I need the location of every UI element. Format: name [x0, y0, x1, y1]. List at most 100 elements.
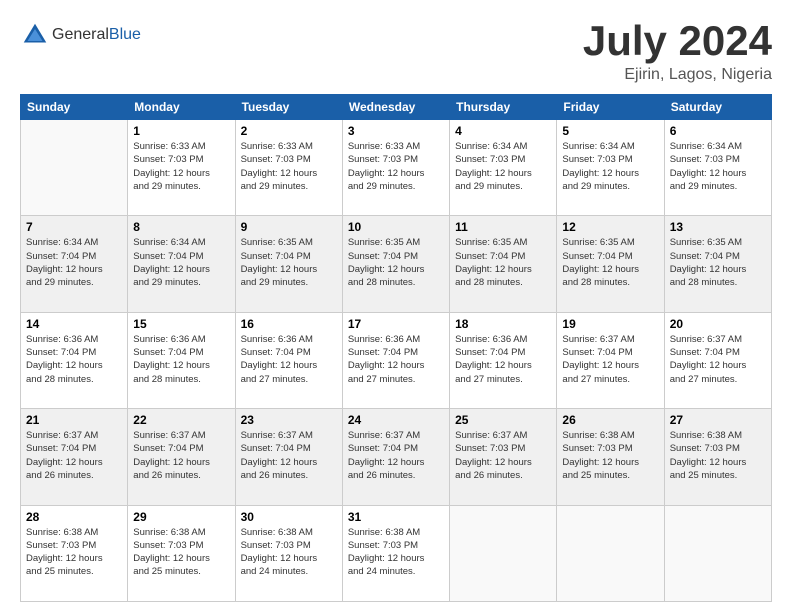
day-number: 16 [241, 317, 337, 331]
day-number: 25 [455, 413, 551, 427]
day-info: Sunrise: 6:34 AM Sunset: 7:03 PM Dayligh… [455, 140, 551, 193]
day-info: Sunrise: 6:35 AM Sunset: 7:04 PM Dayligh… [348, 236, 444, 289]
calendar-cell: 24 Sunrise: 6:37 AM Sunset: 7:04 PM Dayli… [342, 409, 449, 505]
day-number: 26 [562, 413, 658, 427]
calendar-header-tuesday: Tuesday [235, 95, 342, 120]
day-info: Sunrise: 6:36 AM Sunset: 7:04 PM Dayligh… [241, 333, 337, 386]
day-number: 23 [241, 413, 337, 427]
calendar-cell: 3 Sunrise: 6:33 AM Sunset: 7:03 PM Daylig… [342, 120, 449, 216]
day-number: 6 [670, 124, 766, 138]
calendar-cell: 2Sunrise: 6:33 AM Sunset: 7:03 PM Daylig… [235, 120, 342, 216]
calendar-cell: 5 Sunrise: 6:34 AM Sunset: 7:03 PM Daylig… [557, 120, 664, 216]
calendar-cell: 6 Sunrise: 6:34 AM Sunset: 7:03 PM Daylig… [664, 120, 771, 216]
day-info: Sunrise: 6:37 AM Sunset: 7:03 PM Dayligh… [455, 429, 551, 482]
calendar-cell: 18 Sunrise: 6:36 AM Sunset: 7:04 PM Dayli… [450, 312, 557, 408]
day-info: Sunrise: 6:33 AM Sunset: 7:03 PM Dayligh… [133, 140, 229, 193]
calendar-cell: 14 Sunrise: 6:36 AM Sunset: 7:04 PM Dayli… [21, 312, 128, 408]
logo-icon [20, 20, 50, 50]
calendar-header-saturday: Saturday [664, 95, 771, 120]
day-number: 21 [26, 413, 122, 427]
calendar-cell: 12 Sunrise: 6:35 AM Sunset: 7:04 PM Dayli… [557, 216, 664, 312]
calendar-header-monday: Monday [128, 95, 235, 120]
calendar-week-row: 7 Sunrise: 6:34 AM Sunset: 7:04 PM Daylig… [21, 216, 772, 312]
calendar-week-row: 1 Sunrise: 6:33 AM Sunset: 7:03 PM Daylig… [21, 120, 772, 216]
day-info: Sunrise: 6:33 AM Sunset: 7:03 PM Dayligh… [348, 140, 444, 193]
page: GeneralBlue July 2024 Ejirin, Lagos, Nig… [0, 0, 792, 612]
day-info: Sunrise: 6:35 AM Sunset: 7:04 PM Dayligh… [241, 236, 337, 289]
calendar-cell: 16 Sunrise: 6:36 AM Sunset: 7:04 PM Dayli… [235, 312, 342, 408]
day-number: 28 [26, 510, 122, 524]
calendar-cell: 20 Sunrise: 6:37 AM Sunset: 7:04 PM Dayli… [664, 312, 771, 408]
calendar-cell: 7 Sunrise: 6:34 AM Sunset: 7:04 PM Daylig… [21, 216, 128, 312]
day-info: Sunrise: 6:38 AM Sunset: 7:03 PM Dayligh… [241, 526, 337, 579]
day-info: Sunrise: 6:35 AM Sunset: 7:04 PM Dayligh… [562, 236, 658, 289]
calendar-cell: 31 Sunrise: 6:38 AM Sunset: 7:03 PM Dayli… [342, 505, 449, 601]
calendar-cell: 4 Sunrise: 6:34 AM Sunset: 7:03 PM Daylig… [450, 120, 557, 216]
day-number: 19 [562, 317, 658, 331]
day-number: 5 [562, 124, 658, 138]
calendar-header-friday: Friday [557, 95, 664, 120]
day-info: Sunrise: 6:37 AM Sunset: 7:04 PM Dayligh… [241, 429, 337, 482]
day-number: 20 [670, 317, 766, 331]
day-info: Sunrise: 6:34 AM Sunset: 7:04 PM Dayligh… [133, 236, 229, 289]
day-number: 27 [670, 413, 766, 427]
calendar-cell [450, 505, 557, 601]
calendar-cell [21, 120, 128, 216]
calendar-header-wednesday: Wednesday [342, 95, 449, 120]
day-number: 9 [241, 220, 337, 234]
day-number: 24 [348, 413, 444, 427]
day-number: 1 [133, 124, 229, 138]
day-number: 8 [133, 220, 229, 234]
calendar-cell: 27Sunrise: 6:38 AM Sunset: 7:03 PM Dayli… [664, 409, 771, 505]
day-info: Sunrise: 6:37 AM Sunset: 7:04 PM Dayligh… [348, 429, 444, 482]
day-number: 10 [348, 220, 444, 234]
calendar-cell: 8 Sunrise: 6:34 AM Sunset: 7:04 PM Daylig… [128, 216, 235, 312]
calendar-cell: 26Sunrise: 6:38 AM Sunset: 7:03 PM Dayli… [557, 409, 664, 505]
day-info: Sunrise: 6:34 AM Sunset: 7:03 PM Dayligh… [670, 140, 766, 193]
day-info: Sunrise: 6:36 AM Sunset: 7:04 PM Dayligh… [455, 333, 551, 386]
day-number: 4 [455, 124, 551, 138]
day-number: 31 [348, 510, 444, 524]
header: GeneralBlue July 2024 Ejirin, Lagos, Nig… [20, 20, 772, 84]
calendar-cell: 10 Sunrise: 6:35 AM Sunset: 7:04 PM Dayli… [342, 216, 449, 312]
calendar-header-row: SundayMondayTuesdayWednesdayThursdayFrid… [21, 95, 772, 120]
day-number: 29 [133, 510, 229, 524]
logo: GeneralBlue [20, 20, 141, 50]
calendar-header-thursday: Thursday [450, 95, 557, 120]
day-number: 7 [26, 220, 122, 234]
day-number: 17 [348, 317, 444, 331]
logo-text: GeneralBlue [52, 26, 141, 44]
calendar-cell: 19Sunrise: 6:37 AM Sunset: 7:04 PM Dayli… [557, 312, 664, 408]
calendar-week-row: 14 Sunrise: 6:36 AM Sunset: 7:04 PM Dayli… [21, 312, 772, 408]
day-info: Sunrise: 6:36 AM Sunset: 7:04 PM Dayligh… [26, 333, 122, 386]
day-info: Sunrise: 6:38 AM Sunset: 7:03 PM Dayligh… [348, 526, 444, 579]
day-info: Sunrise: 6:38 AM Sunset: 7:03 PM Dayligh… [133, 526, 229, 579]
day-number: 14 [26, 317, 122, 331]
day-number: 15 [133, 317, 229, 331]
calendar-cell [664, 505, 771, 601]
calendar-cell [557, 505, 664, 601]
day-number: 12 [562, 220, 658, 234]
calendar-cell: 15 Sunrise: 6:36 AM Sunset: 7:04 PM Dayli… [128, 312, 235, 408]
day-info: Sunrise: 6:35 AM Sunset: 7:04 PM Dayligh… [455, 236, 551, 289]
calendar-cell: 9 Sunrise: 6:35 AM Sunset: 7:04 PM Daylig… [235, 216, 342, 312]
day-number: 11 [455, 220, 551, 234]
day-info: Sunrise: 6:37 AM Sunset: 7:04 PM Dayligh… [133, 429, 229, 482]
day-info: Sunrise: 6:33 AM Sunset: 7:03 PM Dayligh… [241, 140, 337, 193]
day-info: Sunrise: 6:36 AM Sunset: 7:04 PM Dayligh… [348, 333, 444, 386]
day-info: Sunrise: 6:35 AM Sunset: 7:04 PM Dayligh… [670, 236, 766, 289]
calendar-cell: 22Sunrise: 6:37 AM Sunset: 7:04 PM Dayli… [128, 409, 235, 505]
day-info: Sunrise: 6:37 AM Sunset: 7:04 PM Dayligh… [670, 333, 766, 386]
day-info: Sunrise: 6:34 AM Sunset: 7:04 PM Dayligh… [26, 236, 122, 289]
calendar-table: SundayMondayTuesdayWednesdayThursdayFrid… [20, 94, 772, 602]
calendar-week-row: 28 Sunrise: 6:38 AM Sunset: 7:03 PM Dayli… [21, 505, 772, 601]
day-number: 18 [455, 317, 551, 331]
location: Ejirin, Lagos, Nigeria [583, 66, 772, 84]
day-info: Sunrise: 6:36 AM Sunset: 7:04 PM Dayligh… [133, 333, 229, 386]
calendar-header-sunday: Sunday [21, 95, 128, 120]
day-number: 3 [348, 124, 444, 138]
day-info: Sunrise: 6:34 AM Sunset: 7:03 PM Dayligh… [562, 140, 658, 193]
calendar-cell: 23 Sunrise: 6:37 AM Sunset: 7:04 PM Dayli… [235, 409, 342, 505]
calendar-cell: 1 Sunrise: 6:33 AM Sunset: 7:03 PM Daylig… [128, 120, 235, 216]
calendar-cell: 17 Sunrise: 6:36 AM Sunset: 7:04 PM Dayli… [342, 312, 449, 408]
